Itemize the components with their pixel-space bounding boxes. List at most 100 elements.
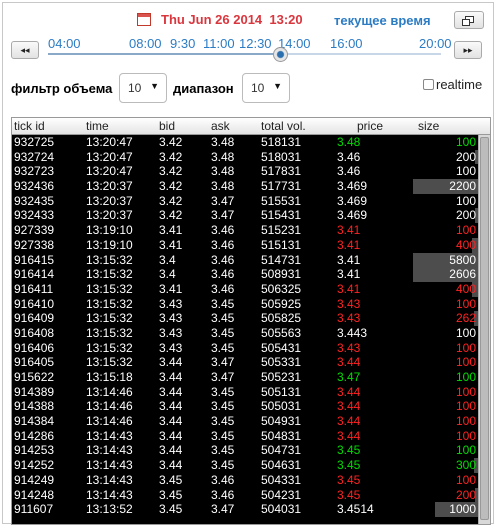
table-row[interactable]: 916411 13:15:32 3.41 3.46 506325 3.41 400 <box>12 281 479 297</box>
popout-window-button[interactable] <box>454 11 484 29</box>
table-row[interactable]: 911607 13:13:52 3.45 3.47 504031 3.4514 1000 <box>12 502 479 517</box>
column-header-tick-id[interactable]: tick id <box>14 119 45 133</box>
cell-size: 400 <box>404 237 478 253</box>
cell-time: 13:20:47 <box>86 149 133 164</box>
cell-total-vol: 518131 <box>261 135 302 149</box>
table-row[interactable]: 932436 13:20:37 3.42 3.48 517731 3.469 2200 <box>12 179 479 194</box>
cell-total-vol: 515431 <box>261 208 302 223</box>
table-row[interactable]: 916405 13:15:32 3.44 3.47 505331 3.44 100 <box>12 355 479 370</box>
cell-size: 200 <box>404 208 478 224</box>
cell-price: 3.443 <box>337 325 368 340</box>
cell-total-vol: 504831 <box>261 428 302 443</box>
cell-total-vol: 504331 <box>261 472 302 487</box>
timeline-slider-handle[interactable] <box>273 47 288 62</box>
table-row[interactable]: 916408 13:15:32 3.43 3.45 505563 3.443 100 <box>12 326 479 341</box>
timeline-next-button[interactable]: ▸▸ <box>454 41 482 59</box>
current-time-link[interactable]: текущее время <box>334 13 431 28</box>
cell-price: 3.4514 <box>337 502 374 517</box>
cell-bid: 3.44 <box>159 384 183 399</box>
table-row[interactable]: 914389 13:14:46 3.44 3.45 505131 3.44 100 <box>12 385 479 400</box>
range-label: диапазон <box>173 81 234 96</box>
cell-total-vol: 505231 <box>261 370 302 384</box>
cell-size: 400 <box>404 281 478 297</box>
scrollbar-thumb[interactable] <box>480 137 489 520</box>
column-header-ask[interactable]: ask <box>211 119 230 133</box>
realtime-checkbox[interactable]: realtime <box>423 77 482 92</box>
table-row[interactable]: 932433 13:20:37 3.42 3.47 515431 3.469 200 <box>12 208 479 224</box>
table-row[interactable]: 932724 13:20:47 3.42 3.48 518031 3.46 200 <box>12 149 479 165</box>
cell-time: 13:14:43 <box>86 428 133 443</box>
cell-tick-id: 916411 <box>14 281 54 296</box>
cell-size: 100 <box>404 194 478 209</box>
cell-price: 3.46 <box>337 149 361 164</box>
table-row[interactable]: 916415 13:15:32 3.4 3.46 514731 3.41 5800 <box>12 252 479 268</box>
cell-bid: 3.44 <box>159 458 183 473</box>
cell-size: 100 <box>404 135 478 150</box>
cell-total-vol: 504031 <box>261 502 302 517</box>
table-row[interactable]: 932723 13:20:47 3.42 3.48 517831 3.46 100 <box>12 164 479 179</box>
cell-bid: 3.45 <box>159 502 183 517</box>
table-row[interactable]: 914248 13:14:43 3.45 3.46 504231 3.45 200 <box>12 487 479 503</box>
column-header-price[interactable]: price <box>357 119 383 133</box>
cell-ask: 3.46 <box>211 487 235 502</box>
timeline-tick-label: 11:00 <box>203 36 235 51</box>
column-header-total-vol[interactable]: total vol. <box>261 119 306 133</box>
cell-tick-id: 927338 <box>14 237 55 252</box>
cell-bid: 3.42 <box>159 149 183 164</box>
cell-size: 100 <box>404 341 478 356</box>
cell-bid: 3.41 <box>159 281 183 296</box>
size-value: 400 <box>455 281 476 296</box>
table-row[interactable]: 927339 13:19:10 3.41 3.46 515231 3.41 100 <box>12 223 479 238</box>
table-header: tick id time bid ask total vol. price si… <box>12 118 490 135</box>
size-value: 5800 <box>449 252 476 267</box>
cell-time: 13:14:43 <box>86 458 133 473</box>
column-header-bid[interactable]: bid <box>159 119 175 133</box>
size-value: 2200 <box>449 179 476 194</box>
table-row[interactable]: 916409 13:15:32 3.43 3.45 505825 3.43 262 <box>12 311 479 326</box>
cell-ask: 3.45 <box>211 296 235 311</box>
cell-size: 2606 <box>404 267 478 282</box>
cell-bid: 3.42 <box>159 179 183 194</box>
vertical-scrollbar[interactable] <box>478 135 490 524</box>
size-value: 100 <box>455 164 476 179</box>
table-row[interactable]: 932725 13:20:47 3.42 3.48 518131 3.48 100 <box>12 135 479 150</box>
size-value: 100 <box>455 414 476 429</box>
column-header-size[interactable]: size <box>418 119 439 133</box>
cell-size: 100 <box>404 223 478 238</box>
cell-total-vol: 504931 <box>261 414 302 429</box>
size-value: 200 <box>455 208 476 223</box>
calendar-icon[interactable] <box>137 13 151 26</box>
cell-time: 13:15:32 <box>86 355 133 370</box>
table-row[interactable]: 914253 13:14:43 3.44 3.45 504731 3.45 100 <box>12 443 479 458</box>
cell-tick-id: 916414 <box>14 267 55 282</box>
table-body: 932725 13:20:47 3.42 3.48 518131 3.48 100 93272… <box>12 135 479 517</box>
current-datetime-label[interactable]: Thu Jun 26 2014 13:20 <box>161 12 303 27</box>
column-header-time[interactable]: time <box>86 119 109 133</box>
cell-ask: 3.47 <box>211 208 235 223</box>
cell-time: 13:14:46 <box>86 414 133 429</box>
table-row[interactable]: 916414 13:15:32 3.4 3.46 508931 3.41 2606 <box>12 267 479 282</box>
volume-filter-select[interactable]: 10 ▼ <box>119 73 167 103</box>
cell-total-vol: 508931 <box>261 267 302 282</box>
cell-tick-id: 914253 <box>14 443 55 458</box>
timeline-tick-label: 20:00 <box>419 36 452 51</box>
table-row[interactable]: 914388 13:14:46 3.44 3.45 505031 3.44 100 <box>12 399 479 414</box>
timeline-prev-button[interactable]: ◂◂ <box>11 41 39 59</box>
table-row[interactable]: 914384 13:14:46 3.44 3.45 504931 3.44 100 <box>12 414 479 429</box>
cell-time: 13:20:47 <box>86 164 133 179</box>
table-row[interactable]: 914249 13:14:43 3.45 3.46 504331 3.45 100 <box>12 473 479 488</box>
cell-price: 3.47 <box>337 370 361 384</box>
cell-bid: 3.42 <box>159 164 183 179</box>
range-select[interactable]: 10 ▼ <box>242 73 290 103</box>
table-row[interactable]: 916410 13:15:32 3.43 3.45 505925 3.43 100 <box>12 297 479 312</box>
cell-price: 3.48 <box>337 135 361 149</box>
table-row[interactable]: 914286 13:14:43 3.44 3.45 504831 3.44 100 <box>12 429 479 444</box>
table-row[interactable]: 927338 13:19:10 3.41 3.46 515131 3.41 400 <box>12 237 479 253</box>
table-row[interactable]: 914252 13:14:43 3.44 3.45 504631 3.45 300 <box>12 458 479 473</box>
table-row[interactable]: 915622 13:15:18 3.44 3.47 505231 3.47 100 <box>12 370 479 385</box>
checkbox-icon[interactable] <box>423 79 434 90</box>
table-row[interactable]: 916406 13:15:32 3.43 3.45 505431 3.43 100 <box>12 341 479 356</box>
cell-price: 3.45 <box>337 458 361 473</box>
table-row[interactable]: 932435 13:20:37 3.42 3.47 515531 3.469 100 <box>12 194 479 209</box>
cell-time: 13:13:52 <box>86 502 133 517</box>
